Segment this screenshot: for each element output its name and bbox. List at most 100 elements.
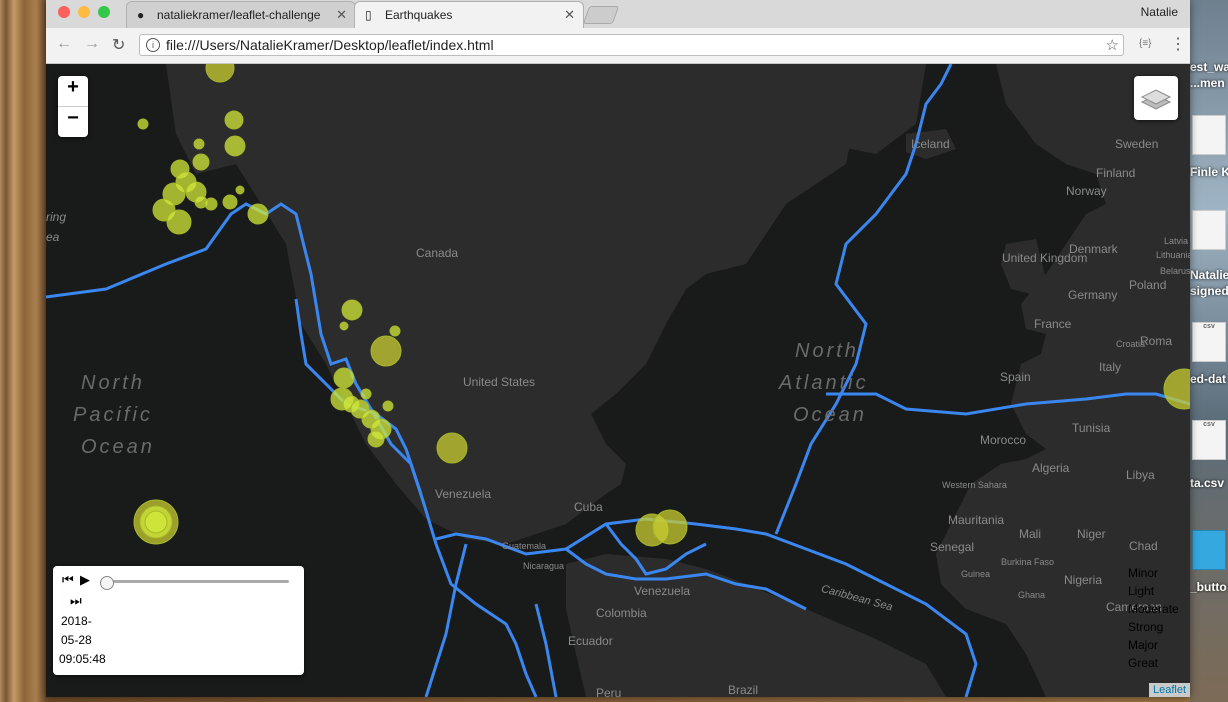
country-label: Mauritania	[948, 513, 1004, 527]
country-label: Libya	[1126, 468, 1155, 482]
quake-marker	[222, 194, 238, 210]
quake-marker	[166, 209, 192, 235]
zoom-out-button[interactable]: −	[58, 106, 88, 137]
quake-marker	[333, 367, 355, 389]
legend-item: Major	[1128, 638, 1159, 652]
ocean-label: Pacific	[73, 404, 153, 426]
country-label: Morocco	[980, 433, 1026, 447]
play-icon[interactable]: ▶	[80, 572, 90, 588]
sea-label: Caribbean Sea	[820, 583, 894, 614]
uk-land	[1001, 239, 1046, 294]
desktop-file-label[interactable]: _butto	[1190, 580, 1228, 594]
profile-name[interactable]: Natalie	[1141, 5, 1178, 19]
close-icon[interactable]: ✕	[336, 7, 347, 23]
map-container[interactable]: Canada United States Venezuela Cuba Guat…	[46, 64, 1190, 697]
country-label: Cuba	[574, 500, 603, 514]
timeline-date-line: 09:05:48	[59, 652, 106, 666]
country-label: Belarus	[1160, 266, 1190, 276]
address-bar[interactable]: i file:///Users/NatalieKramer/Desktop/le…	[139, 34, 1124, 56]
country-label: Niger	[1077, 527, 1106, 541]
close-icon[interactable]: ✕	[564, 7, 575, 23]
quake-marker	[224, 110, 244, 130]
country-label: Algeria	[1032, 461, 1070, 475]
desktop-file-label[interactable]: ed-dat	[1190, 372, 1228, 386]
legend-item: Light	[1128, 584, 1155, 598]
country-label: Canada	[416, 246, 458, 260]
zoom-in-button[interactable]: +	[58, 76, 88, 106]
minimize-window-button[interactable]	[78, 6, 90, 18]
country-label: Poland	[1129, 278, 1166, 292]
magnitude-legend: Minor Light Moderate Strong Major Great	[1128, 564, 1179, 672]
country-label: Lithuania	[1156, 250, 1190, 260]
forward-arrow-icon[interactable]: →	[84, 35, 100, 53]
quake-marker	[247, 203, 269, 225]
menu-icon[interactable]: ⋮	[1170, 34, 1186, 54]
ocean-label: North	[795, 340, 859, 362]
tab-label: nataliekramer/leaflet-challenge	[157, 8, 321, 22]
desktop-file-label[interactable]: ta.csv	[1190, 476, 1228, 490]
country-label: Nicaragua	[523, 561, 564, 571]
desktop-file-label[interactable]: signed	[1190, 284, 1228, 298]
zoom-window-button[interactable]	[98, 6, 110, 18]
skip-forward-icon[interactable]: ⏭	[70, 593, 82, 609]
close-window-button[interactable]	[58, 6, 70, 18]
timeline-slider-track[interactable]	[103, 580, 289, 583]
layers-icon	[1140, 89, 1172, 110]
country-label: Ghana	[1018, 590, 1045, 600]
tab-bar: ● nataliekramer/leaflet-challenge ✕ ▯ Ea…	[46, 0, 1190, 28]
legend-item: Strong	[1128, 620, 1164, 634]
new-tab-button[interactable]	[582, 6, 620, 24]
country-label: United Kingdom	[1002, 251, 1087, 265]
bookmark-star-icon[interactable]: ☆	[1106, 36, 1119, 54]
country-label: Italy	[1099, 360, 1121, 374]
leaflet-attribution[interactable]: Leaflet	[1148, 683, 1190, 697]
csv-file-icon[interactable]: csv	[1192, 322, 1226, 362]
desktop-file-icon[interactable]	[1192, 210, 1226, 250]
quake-marker	[235, 185, 245, 195]
tab-github[interactable]: ● nataliekramer/leaflet-challenge ✕	[126, 1, 356, 28]
desktop-file-icon[interactable]	[1192, 115, 1226, 155]
country-label: Senegal	[930, 540, 974, 554]
quake-marker	[360, 388, 372, 400]
ocean-label: Atlantic	[778, 372, 869, 394]
tab-earthquakes[interactable]: ▯ Earthquakes ✕	[354, 1, 584, 28]
country-label: Brazil	[728, 683, 758, 697]
browser-window: ● nataliekramer/leaflet-challenge ✕ ▯ Ea…	[46, 0, 1190, 697]
timeline-control: ⏮ ▶ ⏭ 2018- 05-28 09:05:48	[53, 566, 304, 675]
extension-icon[interactable]: {≡}	[1139, 38, 1152, 49]
country-label: Peru	[596, 686, 621, 697]
desktop-file-label[interactable]: ...men	[1190, 76, 1228, 90]
legend-item: Great	[1128, 656, 1159, 670]
partial-label: ea	[46, 230, 60, 244]
csv-file-icon[interactable]: csv	[1192, 420, 1226, 460]
country-label: Venezuela	[435, 487, 491, 501]
quake-marker	[367, 430, 385, 448]
country-label: United States	[463, 375, 535, 389]
reload-icon[interactable]: ↻	[112, 35, 125, 55]
desktop-file-label[interactable]: Natalie	[1190, 268, 1228, 282]
url-text: file:///Users/NatalieKramer/Desktop/leaf…	[166, 37, 494, 53]
partial-label: ring	[46, 210, 66, 224]
quake-marker	[224, 135, 246, 157]
ocean-label: North	[81, 372, 145, 394]
ocean-label: Ocean	[81, 436, 155, 458]
folder-icon[interactable]	[1192, 530, 1226, 570]
country-label: Roma	[1140, 334, 1172, 348]
country-label: Venezuela	[634, 584, 690, 598]
info-icon[interactable]: i	[146, 38, 160, 52]
desktop-file-label[interactable]: Finle Kram	[1190, 165, 1228, 179]
quake-marker	[652, 509, 688, 545]
desktop-file-label[interactable]: est_wa	[1190, 60, 1228, 74]
github-icon: ●	[137, 8, 145, 22]
quake-marker	[339, 321, 349, 331]
layers-control-button[interactable]	[1134, 76, 1178, 120]
quake-marker	[370, 335, 402, 367]
quake-marker	[204, 197, 218, 211]
country-label: Sweden	[1115, 137, 1158, 151]
quake-marker	[137, 118, 149, 130]
skip-back-icon[interactable]: ⏮	[62, 572, 74, 588]
country-label: Mali	[1019, 527, 1041, 541]
timeline-slider-thumb[interactable]	[100, 576, 114, 590]
back-arrow-icon[interactable]: ←	[56, 35, 72, 53]
country-label: France	[1034, 317, 1072, 331]
